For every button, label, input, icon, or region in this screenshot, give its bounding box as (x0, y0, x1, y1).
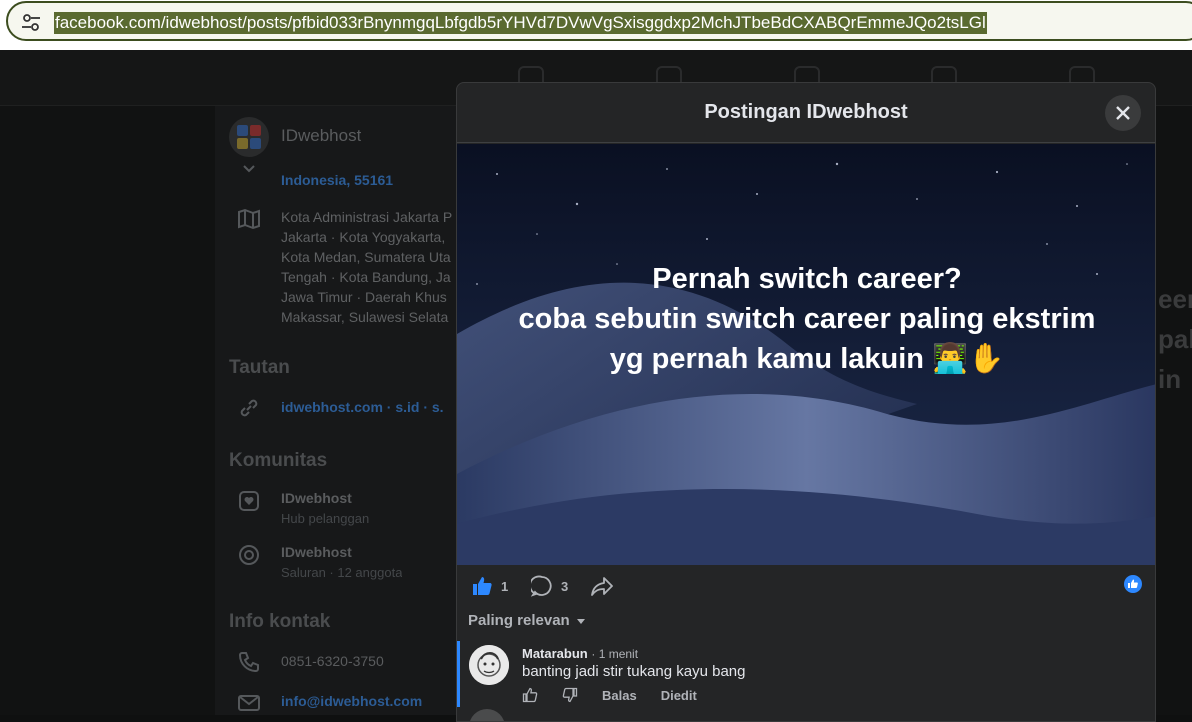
community-sub: Hub pelanggan (281, 511, 370, 526)
edited-label[interactable]: Diedit (661, 688, 697, 703)
community-name[interactable]: IDwebhost (281, 542, 352, 562)
share-action[interactable] (591, 575, 613, 597)
comment-author[interactable]: Matarabun (522, 646, 588, 661)
location-line: Jawa Timur · Daerah Khus (281, 289, 447, 305)
browser-address-bar: facebook.com/idwebhost/posts/pfbid033rBn… (0, 0, 1192, 50)
close-button[interactable] (1105, 95, 1141, 131)
modal-title: Postingan IDwebhost (704, 101, 908, 123)
like-reaction-icon (1124, 575, 1142, 593)
comment-sort-dropdown[interactable]: Paling relevan (468, 612, 586, 629)
contact-heading: Info kontak (229, 611, 331, 632)
comment-highlight-bar (457, 641, 460, 707)
background-text-fragment: eer (1158, 284, 1192, 314)
shield-heart-icon (239, 491, 259, 511)
comment-icon (531, 575, 552, 597)
location-line: Kota Administrasi Jakarta P (281, 209, 453, 225)
post-text-line: Pernah switch career? (652, 263, 962, 295)
links-heading: Tautan (229, 357, 290, 378)
comment-item: Matarabun · 1 menit banting jadi stir tu… (457, 639, 1155, 721)
address-tail: Indonesia, 55161 (281, 172, 394, 188)
chevron-down-icon[interactable] (240, 160, 258, 178)
comment-header: Matarabun · 1 menit (522, 646, 639, 661)
location-line: Kota Medan, Sumatera Uta (281, 249, 451, 265)
comment-text: banting jadi stir tukang kayu bang (522, 663, 746, 680)
email-link[interactable]: info@idwebhost.com (281, 691, 422, 711)
caret-down-icon (576, 618, 585, 624)
modal-header: Postingan IDwebhost (457, 83, 1155, 143)
phone-icon (238, 652, 259, 673)
avatar-illustration (469, 645, 509, 685)
left-backdrop (0, 106, 215, 715)
thumbs-up-icon[interactable] (522, 687, 538, 703)
thumbs-up-icon (473, 577, 492, 595)
background-text-fragment: pal (1158, 324, 1192, 354)
post-actions: 1 3 (457, 565, 1155, 609)
right-backdrop (1156, 106, 1192, 715)
mail-icon (238, 695, 260, 711)
location-line: Makassar, Sulawesi Selata (281, 309, 449, 325)
map-icon (238, 208, 260, 230)
reply-button[interactable]: Balas (602, 688, 637, 703)
profile-avatar[interactable] (229, 117, 269, 157)
reaction-summary[interactable] (1124, 575, 1142, 593)
next-commenter-avatar[interactable] (469, 709, 505, 721)
location-line: Jakarta · Kota Yogyakarta, (281, 229, 446, 245)
share-icon (591, 577, 613, 596)
comment-count: 3 (561, 578, 569, 594)
phone-number: 0851-6320-3750 (281, 653, 384, 669)
thumbs-down-icon[interactable] (562, 687, 578, 703)
post-text-line: yg pernah kamu lakuin 👨‍💻✋ (609, 343, 1005, 375)
community-sub: Saluran · 12 anggota (281, 565, 403, 580)
post-modal: Postingan IDwebhost Pernah switch career… (456, 82, 1156, 722)
like-action[interactable]: 1 (471, 575, 508, 597)
url-field[interactable]: facebook.com/idwebhost/posts/pfbid033rBn… (6, 1, 1192, 41)
commenter-avatar[interactable] (469, 645, 509, 685)
sort-label: Paling relevan (468, 612, 570, 629)
location-line: Tengah · Kota Bandung, Ja (281, 269, 451, 285)
website-links[interactable]: idwebhost.com · s.id · s. (281, 397, 456, 417)
comment-action[interactable]: 3 (531, 575, 568, 597)
url-text[interactable]: facebook.com/idwebhost/posts/pfbid033rBn… (54, 12, 987, 34)
channel-icon (239, 545, 259, 565)
community-heading: Komunitas (229, 450, 328, 471)
link-icon (240, 399, 258, 417)
post-image[interactable]: Pernah switch career? coba sebutin switc… (457, 144, 1155, 565)
background-text-fragment: in (1158, 364, 1182, 394)
profile-name[interactable]: IDwebhost (281, 126, 361, 146)
like-count: 1 (501, 578, 509, 594)
post-text: Pernah switch career? coba sebutin switc… (457, 259, 1155, 379)
site-settings-icon[interactable] (20, 12, 42, 34)
post-text-line: coba sebutin switch career paling ekstri… (518, 303, 1096, 335)
comment-time[interactable]: 1 menit (599, 647, 638, 661)
close-icon (1116, 106, 1130, 120)
comment-actions: Balas Diedit (522, 687, 697, 703)
community-name[interactable]: IDwebhost (281, 488, 352, 508)
